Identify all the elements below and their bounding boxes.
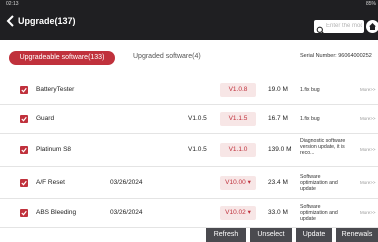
list-item[interactable]: Platinum S8 V1.0.5 V1.1.0 139.0 M Diagno… bbox=[0, 134, 378, 167]
software-name: ABS Bleeding bbox=[36, 209, 77, 216]
update-button[interactable]: Update bbox=[296, 228, 332, 242]
back-icon[interactable] bbox=[6, 14, 16, 27]
more-link[interactable]: More>> bbox=[360, 210, 376, 215]
search-placeholder: Enter the model n bbox=[326, 23, 362, 29]
list-item[interactable]: A/F Reset 03/26/2024 V10.00 ▾ 23.4 M Sof… bbox=[0, 167, 378, 199]
refresh-button[interactable]: Refresh bbox=[206, 228, 246, 242]
file-size: 139.0 M bbox=[268, 146, 292, 153]
software-name: BatteryTester bbox=[36, 86, 75, 93]
serial-number: Serial Number: 96064000252 bbox=[300, 53, 372, 59]
renewals-button[interactable]: Renewals bbox=[336, 228, 378, 242]
software-name: Platinum S8 bbox=[36, 146, 72, 153]
update-description: Diagnostic software version update, it i… bbox=[300, 138, 346, 156]
more-link[interactable]: More>> bbox=[360, 180, 376, 185]
software-name: Guard bbox=[36, 115, 55, 122]
file-size: 19.0 M bbox=[268, 86, 288, 93]
release-date: 03/26/2024 bbox=[110, 209, 143, 216]
more-link[interactable]: More>> bbox=[360, 147, 376, 152]
checkbox[interactable] bbox=[20, 86, 28, 94]
list-item[interactable]: BatteryTester V1.0.8 19.0 M 1.fix bug Mo… bbox=[0, 76, 378, 105]
version-badge[interactable]: V1.1.0 bbox=[220, 143, 256, 157]
file-size: 33.0 M bbox=[268, 209, 288, 216]
update-description: 1.fix bug bbox=[300, 87, 320, 93]
home-button[interactable] bbox=[366, 20, 378, 33]
search-icon bbox=[316, 22, 325, 35]
checkbox[interactable] bbox=[20, 209, 28, 217]
current-version: V1.0.5 bbox=[188, 146, 207, 153]
list-item[interactable]: ABS Bleeding 03/26/2024 V10.02 ▾ 33.0 M … bbox=[0, 199, 378, 228]
file-size: 16.7 M bbox=[268, 115, 288, 122]
tab-upgradeable[interactable]: Upgradeable software(133) bbox=[9, 51, 115, 65]
version-badge[interactable]: V1.0.8 bbox=[220, 83, 256, 97]
unselect-button[interactable]: Unselect bbox=[250, 228, 292, 242]
release-date: 03/26/2024 bbox=[110, 179, 143, 186]
update-description: 1.fix bug bbox=[300, 116, 320, 122]
page-title: Upgrade(137) bbox=[18, 16, 76, 26]
checkbox[interactable] bbox=[20, 115, 28, 123]
upgrade-screen: 02:13 85% Upgrade(137) Enter the model n… bbox=[0, 0, 378, 242]
version-badge[interactable]: V1.1.5 bbox=[220, 112, 256, 126]
more-link[interactable]: More>> bbox=[360, 116, 376, 121]
tab-bar: Upgradeable software(133) Upgraded softw… bbox=[0, 40, 378, 76]
tab-upgraded[interactable]: Upgraded software(4) bbox=[133, 53, 201, 60]
file-size: 23.4 M bbox=[268, 179, 288, 186]
more-link[interactable]: More>> bbox=[360, 87, 376, 92]
update-description: Software optimization and update bbox=[300, 174, 338, 192]
status-time: 02:13 bbox=[6, 1, 19, 7]
checkbox[interactable] bbox=[20, 179, 28, 187]
software-name: A/F Reset bbox=[36, 179, 65, 186]
update-description: Software optimization and update bbox=[300, 204, 338, 222]
top-bar: 02:13 85% Upgrade(137) Enter the model n bbox=[0, 0, 378, 40]
checkbox[interactable] bbox=[20, 146, 28, 154]
version-dropdown[interactable]: V10.02 ▾ bbox=[220, 206, 256, 220]
action-bar: Refresh Unselect Update Renewals bbox=[0, 228, 378, 242]
current-version: V1.0.5 bbox=[188, 115, 207, 122]
version-dropdown[interactable]: V10.00 ▾ bbox=[220, 176, 256, 190]
status-battery: 85% bbox=[365, 1, 376, 7]
search-input[interactable]: Enter the model n bbox=[314, 20, 364, 35]
home-icon bbox=[369, 23, 376, 30]
list-item[interactable]: Guard V1.0.5 V1.1.5 16.7 M 1.fix bug Mor… bbox=[0, 105, 378, 134]
